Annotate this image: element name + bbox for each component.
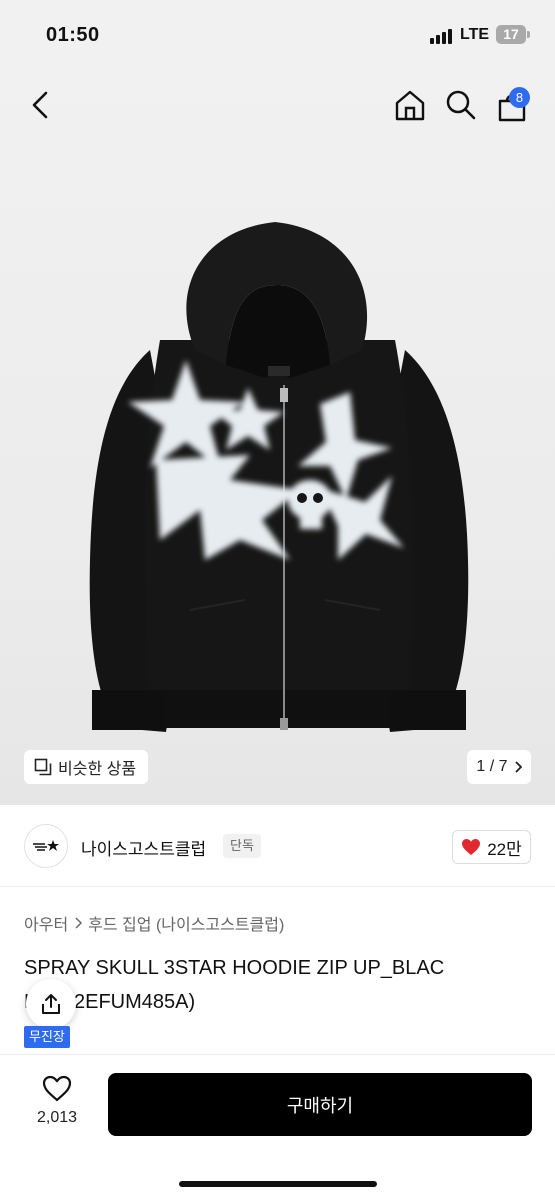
similar-icon xyxy=(34,758,52,776)
product-title-line2: K(NG2EFUM485A) xyxy=(24,991,196,1013)
product-image-gallery[interactable] xyxy=(0,70,555,805)
cart-badge: 8 xyxy=(509,87,530,108)
hoodie-image xyxy=(89,222,469,732)
breadcrumb: 아우터 후드 집업 (나이스고스트클럽) xyxy=(24,911,284,935)
similar-products-button[interactable]: 비슷한 상품 xyxy=(24,750,149,784)
product-title: SPRAY SKULL 3STAR HOODIE ZIP UP_BLAC K(N… xyxy=(24,951,544,1019)
brand-like-button[interactable]: 22만 xyxy=(452,830,531,864)
chevron-right-icon xyxy=(514,761,522,773)
product-title-line1: SPRAY SKULL 3STAR HOODIE ZIP UP_BLAC xyxy=(24,957,445,979)
battery-cap xyxy=(527,31,530,38)
brand-like-count: 22만 xyxy=(487,839,522,859)
share-button[interactable] xyxy=(26,979,76,1029)
network-label: LTE xyxy=(460,26,490,43)
buy-button[interactable]: 구매하기 xyxy=(108,1073,532,1136)
brand-logo[interactable] xyxy=(24,824,68,868)
wishlist-button[interactable]: 2,013 xyxy=(26,1075,88,1127)
home-indicator xyxy=(179,1181,377,1187)
breadcrumb-subcategory[interactable]: 후드 집업 (나이스고스트클럽) xyxy=(88,911,284,935)
wish-count: 2,013 xyxy=(36,1109,78,1126)
share-icon xyxy=(42,994,60,1014)
brand-logo-mark xyxy=(33,840,59,851)
image-page-indicator[interactable]: 1 / 7 xyxy=(467,750,531,784)
heart-filled-icon xyxy=(462,839,481,855)
musinsa-badge: 무진장 xyxy=(24,1026,70,1048)
page-indicator-text: 1 / 7 xyxy=(476,758,508,775)
exclusive-tag: 단독 xyxy=(223,834,261,858)
battery-icon: 17 xyxy=(496,25,526,44)
similar-label: 비슷한 상품 xyxy=(58,761,137,778)
home-icon[interactable] xyxy=(393,88,427,122)
status-time: 01:50 xyxy=(46,24,100,46)
heart-outline-icon xyxy=(42,1075,72,1102)
brand-name[interactable]: 나이스고스트클럽 xyxy=(81,835,206,860)
bottom-action-bar: 2,013 구매하기 xyxy=(0,1054,555,1200)
back-icon[interactable] xyxy=(28,90,54,120)
search-icon[interactable] xyxy=(444,88,478,122)
breadcrumb-category[interactable]: 아우터 xyxy=(24,911,68,935)
status-bar: 01:50 LTE 17 xyxy=(0,0,555,70)
brand-row[interactable]: 나이스고스트클럽 단독 22만 xyxy=(0,805,555,887)
signal-icon xyxy=(430,28,454,44)
chevron-right-icon xyxy=(75,917,83,929)
